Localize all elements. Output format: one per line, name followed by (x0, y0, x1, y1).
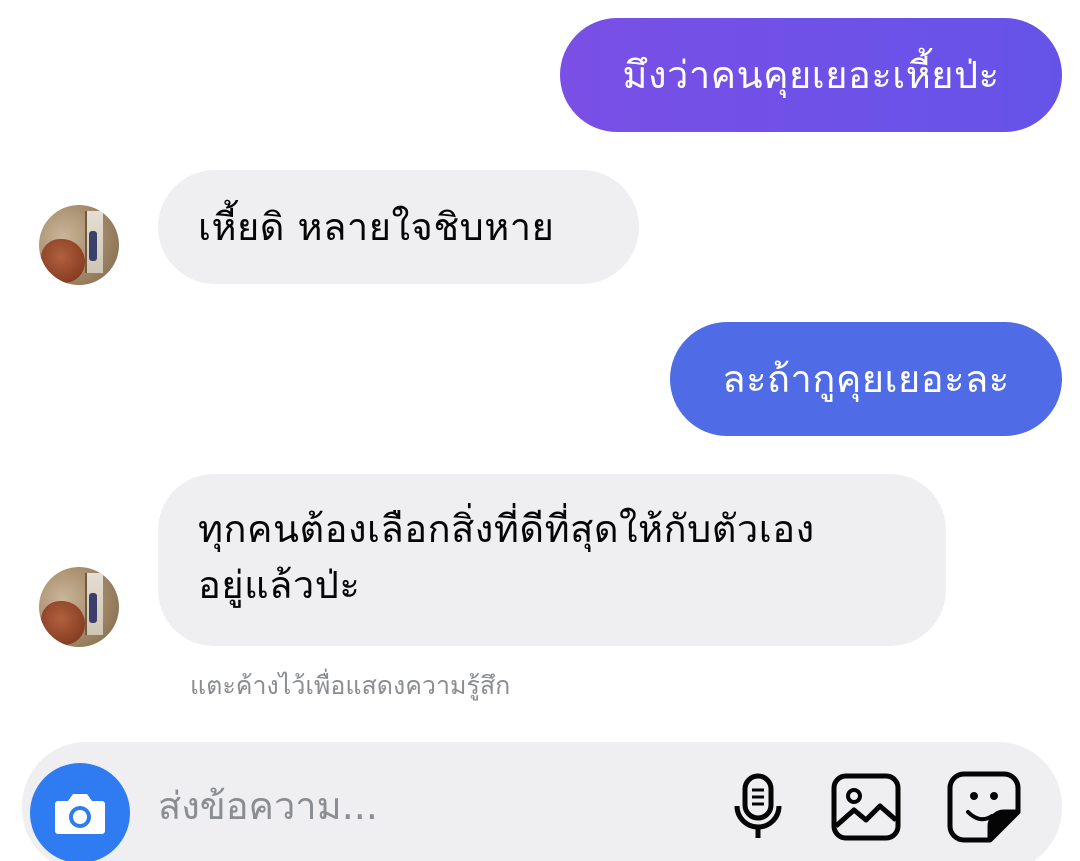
contact-avatar[interactable] (39, 567, 119, 647)
message-text: มึงว่าคนคุยเยอะเหี้ยป่ะ (622, 53, 1000, 97)
sticker-icon[interactable] (944, 766, 1024, 846)
message-input[interactable]: ส่งข้อความ... (158, 778, 698, 834)
incoming-message-bubble[interactable]: ทุกคนต้องเลือกสิ่งที่ดีที่สุดให้กับตัวเอ… (158, 474, 946, 646)
reaction-hint: แตะค้างไว้เพื่อแสดงความรู้สึก (190, 671, 511, 700)
microphone-icon[interactable] (718, 766, 798, 846)
message-text-line: อยู่แล้วป่ะ (198, 563, 361, 607)
message-text: เหี้ยดิ หลายใจชิบหาย (198, 205, 555, 249)
gallery-icon[interactable] (826, 766, 906, 846)
message-text-line: ทุกคนต้องเลือกสิ่งที่ดีที่สุดให้กับตัวเอ… (198, 507, 815, 551)
chat-screen: มึงว่าคนคุยเยอะเหี้ยป่ะ เหี้ยดิ หลายใจชิ… (0, 0, 1080, 861)
camera-icon (55, 794, 105, 834)
outgoing-message-bubble[interactable]: มึงว่าคนคุยเยอะเหี้ยป่ะ (560, 18, 1062, 132)
camera-button[interactable] (30, 763, 130, 861)
message-text: ละถ้ากูคุยเยอะละ (722, 357, 1010, 401)
outgoing-message-bubble[interactable]: ละถ้ากูคุยเยอะละ (670, 322, 1062, 436)
contact-avatar[interactable] (39, 205, 119, 285)
incoming-message-bubble[interactable]: เหี้ยดิ หลายใจชิบหาย (158, 170, 639, 284)
